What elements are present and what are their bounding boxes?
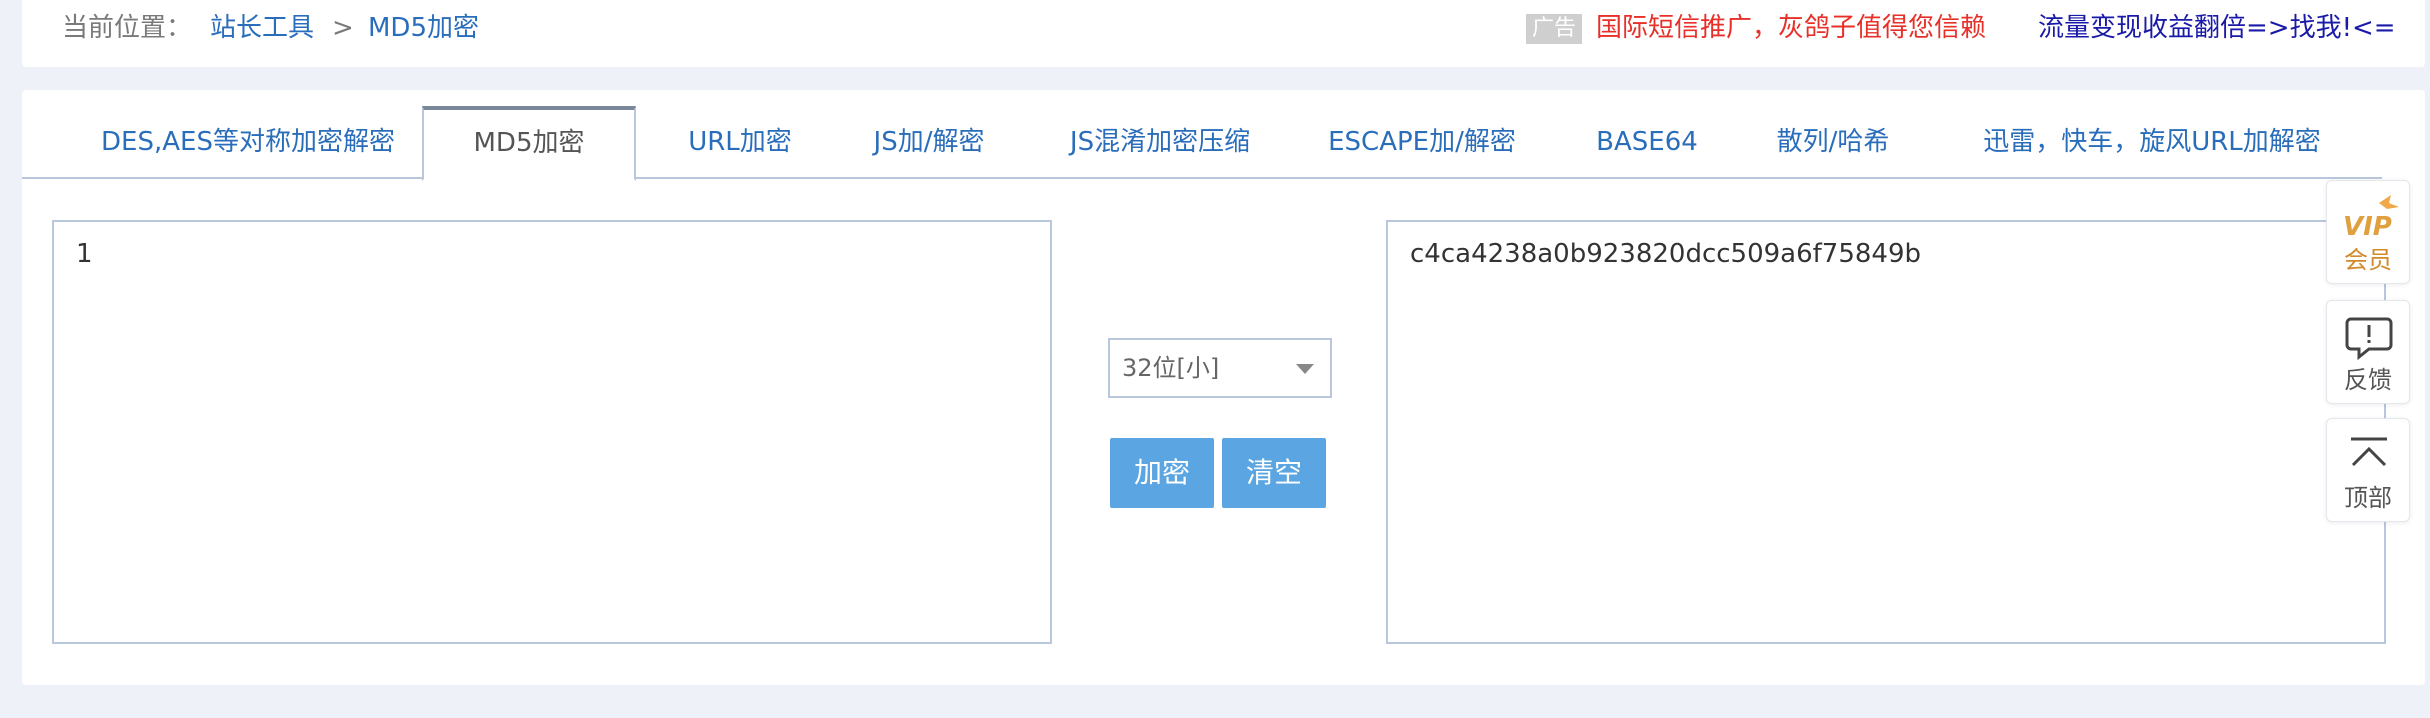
clear-button[interactable]: 清空 — [1222, 438, 1326, 508]
tab-md5[interactable]: MD5加密 — [422, 106, 636, 181]
chevron-down-icon — [1296, 364, 1314, 374]
tab-thunder-url[interactable]: 迅雷，快车，旋风URL加解密 — [1972, 106, 2332, 179]
tab-url[interactable]: URL加密 — [670, 106, 810, 179]
vip-icon-text: VIP — [2343, 212, 2392, 241]
tab-hash[interactable]: 散列/哈希 — [1764, 106, 1902, 179]
tab-escape[interactable]: ESCAPE加/解密 — [1324, 106, 1520, 179]
feedback-icon — [2345, 317, 2393, 361]
tool-panel: DES,AES等对称加密解密 MD5加密 URL加密 JS加/解密 JS混淆加密… — [22, 90, 2425, 685]
feedback-label: 反馈 — [2344, 366, 2392, 394]
breadcrumb-separator: > — [332, 13, 354, 43]
tab-js-obfuscate[interactable]: JS混淆加密压缩 — [1062, 106, 1258, 179]
tab-symmetric-encrypt[interactable]: DES,AES等对称加密解密 — [94, 106, 402, 179]
md5-length-select[interactable]: 32位[小] — [1108, 338, 1332, 398]
back-to-top-label: 顶部 — [2344, 484, 2392, 512]
tab-base64[interactable]: BASE64 — [1588, 106, 1706, 179]
vip-member-button[interactable]: VIP 会员 — [2326, 180, 2410, 284]
vip-label: 会员 — [2344, 246, 2392, 274]
feedback-button[interactable]: 反馈 — [2326, 300, 2410, 404]
breadcrumb-label: 当前位置： — [62, 13, 193, 43]
back-to-top-button[interactable]: 顶部 — [2326, 418, 2410, 522]
breadcrumb-bar: 当前位置： 站长工具 > MD5加密 广告 国际短信推广，灰鸽子值得您信赖 流量… — [22, 0, 2425, 67]
input-textarea[interactable]: 1 — [52, 220, 1052, 644]
breadcrumb-current-link[interactable]: MD5加密 — [368, 10, 479, 46]
vip-icon: VIP — [2343, 195, 2399, 241]
back-to-top-icon — [2351, 437, 2387, 467]
output-textarea[interactable]: c4ca4238a0b923820dcc509a6f75849b — [1386, 220, 2386, 644]
tool-tabs: DES,AES等对称加密解密 MD5加密 URL加密 JS加/解密 JS混淆加密… — [22, 106, 2382, 181]
md5-length-value: 32位[小] — [1122, 354, 1220, 382]
ad-link-traffic[interactable]: 流量变现收益翻倍=>找我!<= — [2038, 10, 2396, 46]
encrypt-button[interactable]: 加密 — [1110, 438, 1214, 508]
ad-badge: 广告 — [1526, 14, 1582, 44]
breadcrumb-home-link[interactable]: 站长工具 — [210, 10, 314, 46]
ad-link-sms[interactable]: 国际短信推广，灰鸽子值得您信赖 — [1596, 10, 1986, 46]
tab-js[interactable]: JS加/解密 — [862, 106, 996, 179]
